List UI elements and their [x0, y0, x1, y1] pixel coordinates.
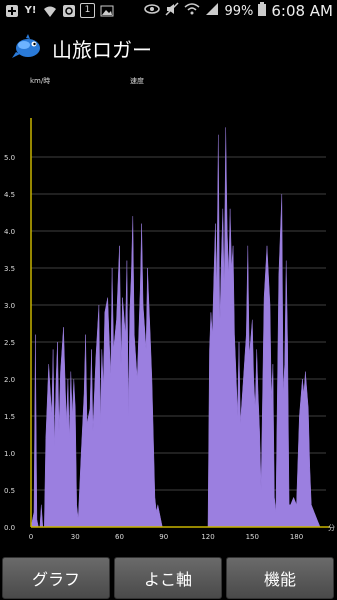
y-tick-label: 3.5 [4, 265, 15, 273]
y-tick-label: 1.0 [4, 450, 15, 458]
wifi-icon [42, 3, 57, 18]
mute-icon [165, 2, 179, 20]
x-tick-label: 120 [201, 533, 214, 541]
y-tick-label: 5.0 [4, 154, 15, 162]
cell-signal-icon [205, 2, 219, 20]
app-title: 山旅ロガー [52, 38, 152, 62]
speed-area-series [30, 127, 321, 528]
clock: 6:08 AM [271, 2, 333, 20]
battery-percent: 99% [224, 3, 254, 19]
status-bar: Y! 1 99% 6:08 AM [0, 0, 337, 24]
speed-chart: 0.0 0.5 1.0 1.5 2.0 2.5 3.0 3.5 4.0 4.5 5.0 0 30 60 90… [4, 76, 335, 541]
sync-icon [61, 3, 76, 18]
y-axis-label: km/時 [30, 77, 50, 85]
plus-icon [4, 3, 19, 18]
y-tick-label: 0.5 [4, 487, 15, 495]
x-tick-label: 150 [246, 533, 259, 541]
y-tick-label: 1.5 [4, 413, 15, 421]
y-tick-label: 4.0 [4, 228, 15, 236]
graph-button[interactable]: グラフ [2, 557, 110, 599]
yahoo-icon: Y! [24, 5, 37, 16]
battery-icon [258, 2, 267, 20]
functions-button[interactable]: 機能 [226, 557, 334, 599]
wifi-signal-icon [184, 2, 200, 20]
x-tick-label: 0 [29, 533, 33, 541]
image-icon [99, 3, 114, 18]
y-tick-label: 3.0 [4, 302, 15, 310]
app-logo-icon [12, 32, 42, 60]
app-bar: 山旅ロガー [0, 24, 337, 68]
x-tick-label: 30 [71, 533, 80, 541]
y-tick-label: 2.0 [4, 376, 15, 384]
y-tick-label: 2.5 [4, 339, 15, 347]
chart-title: 速度 [130, 76, 144, 85]
eye-icon [144, 3, 161, 19]
y-tick-label: 0.0 [4, 524, 15, 532]
x-tick-label: 180 [290, 533, 303, 541]
x-axis-button[interactable]: よこ軸 [114, 557, 222, 599]
bottom-toolbar: グラフ よこ軸 機能 [0, 553, 337, 600]
x-tick-label: 60 [115, 533, 124, 541]
x-axis-unit: 分 [328, 523, 335, 532]
notification-1-icon: 1 [80, 3, 95, 18]
y-tick-label: 4.5 [4, 191, 15, 199]
x-tick-label: 90 [159, 533, 168, 541]
